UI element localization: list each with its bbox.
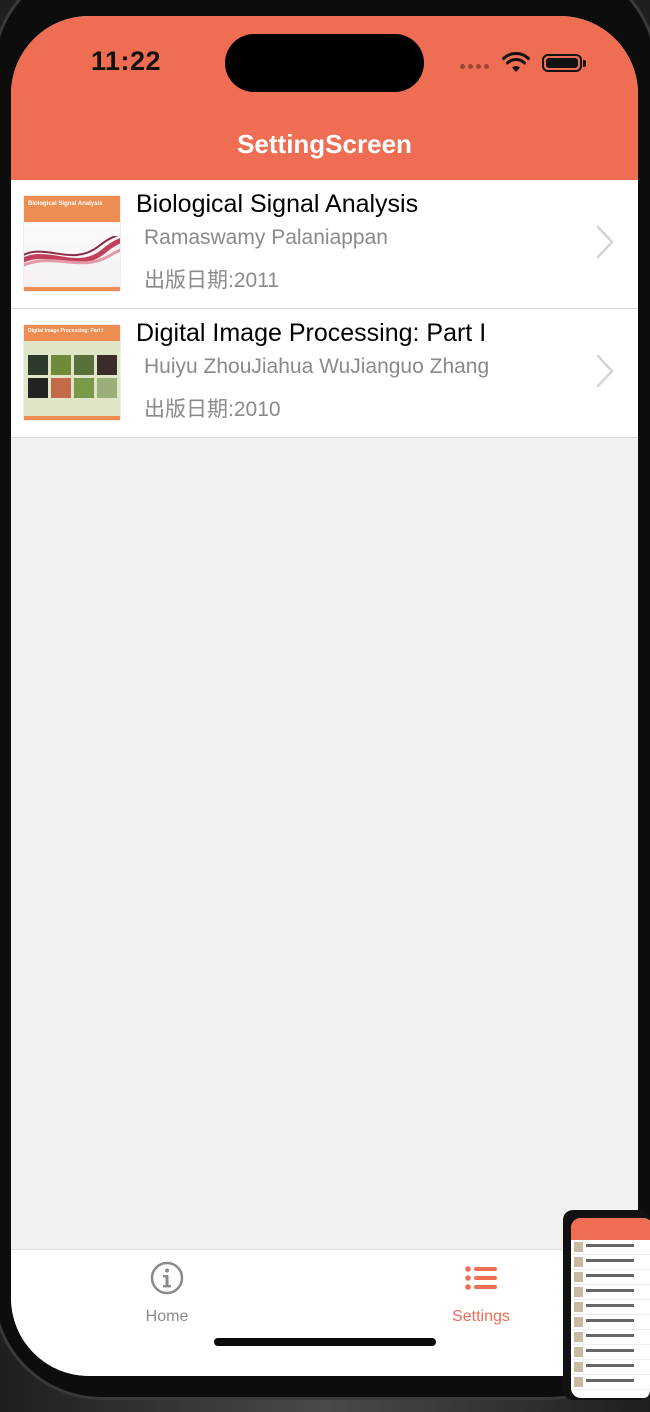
page-title: SettingScreen xyxy=(237,129,412,159)
book-cover-image: Digital Image Processing: Part I xyxy=(24,325,120,420)
book-author: Huiyu ZhouJiahua WuJianguo Zhang xyxy=(144,355,490,378)
cover-title: Biological Signal Analysis xyxy=(28,201,103,207)
header: 11:22 SettingScreen xyxy=(11,16,638,180)
tab-settings-label: Settings xyxy=(452,1308,510,1325)
cellular-icon xyxy=(460,64,489,69)
book-title: Digital Image Processing: Part I xyxy=(136,319,487,347)
screenshot-thumbnail[interactable] xyxy=(563,1210,650,1400)
phone-screen: 11:22 SettingScreen Biological Signal An… xyxy=(11,16,638,1376)
tab-settings[interactable]: Settings xyxy=(401,1260,561,1326)
cover-title: Digital Image Processing: Part I xyxy=(28,328,104,334)
book-author: Ramaswamy Palaniappan xyxy=(144,226,388,249)
publish-date: 出版日期:2011 xyxy=(144,269,279,292)
publish-date: 出版日期:2010 xyxy=(144,398,281,421)
tab-bar: Home Settings xyxy=(11,1249,638,1376)
book-list: Biological Signal Analysis Biological Si… xyxy=(11,180,638,438)
list-item[interactable]: Digital Image Processing: Part I Digital… xyxy=(11,309,638,438)
chevron-right-icon xyxy=(596,354,614,388)
home-indicator xyxy=(214,1338,436,1346)
battery-icon xyxy=(542,54,586,72)
device-stage: 11:22 SettingScreen Biological Signal An… xyxy=(0,0,650,1412)
list-item[interactable]: Biological Signal Analysis Biological Si… xyxy=(11,180,638,309)
list-icon xyxy=(465,1266,497,1290)
info-circle-icon xyxy=(150,1261,184,1295)
wifi-icon xyxy=(502,52,530,72)
tab-home[interactable]: Home xyxy=(87,1260,247,1326)
book-title: Biological Signal Analysis xyxy=(136,190,419,218)
book-cover-image: Biological Signal Analysis xyxy=(24,196,120,291)
dynamic-island xyxy=(225,34,424,92)
status-time: 11:22 xyxy=(91,46,162,76)
chevron-right-icon xyxy=(596,225,614,259)
tab-home-label: Home xyxy=(145,1308,189,1325)
